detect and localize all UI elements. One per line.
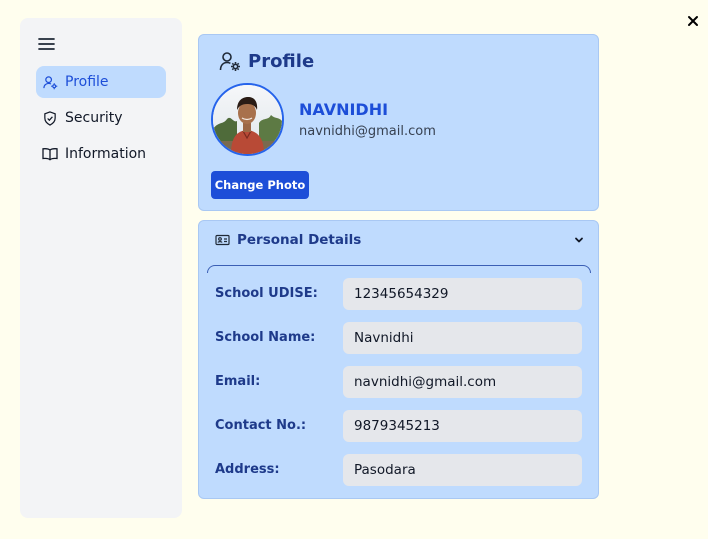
close-icon [688, 16, 698, 26]
user-name: NAVNIDHI [299, 100, 389, 119]
school-udise-field[interactable]: 12345654329 [343, 278, 582, 310]
field-row-address: Address: Pasodara [215, 454, 583, 486]
close-button[interactable] [684, 12, 702, 30]
sidebar-item-profile[interactable]: Profile [36, 66, 166, 98]
profile-modal: Profile Security Information Profile NAV… [0, 0, 708, 539]
sidebar-item-security[interactable]: Security [36, 102, 166, 134]
divider [207, 265, 591, 273]
user-gear-icon [219, 52, 240, 71]
field-label: Email: [215, 374, 261, 389]
change-photo-button[interactable]: Change Photo [211, 171, 309, 199]
hamburger-icon [37, 38, 55, 50]
field-label: School Name: [215, 330, 316, 345]
address-field[interactable]: Pasodara [343, 454, 582, 486]
sidebar-item-label: Profile [65, 74, 109, 90]
menu-button[interactable] [37, 35, 55, 53]
school-name-field[interactable]: Navnidhi [343, 322, 582, 354]
field-label: Contact No.: [215, 418, 307, 433]
field-row-udise: School UDISE: 12345654329 [215, 278, 583, 310]
field-label: School UDISE: [215, 286, 318, 301]
profile-heading: Profile [219, 50, 314, 72]
avatar [211, 83, 284, 156]
user-gear-icon [42, 74, 58, 90]
email-field[interactable]: navnidhi@gmail.com [343, 366, 582, 398]
sidebar: Profile Security Information [20, 18, 182, 518]
sidebar-item-label: Information [65, 146, 147, 162]
field-row-school-name: School Name: Navnidhi [215, 322, 583, 354]
field-row-email: Email: navnidhi@gmail.com [215, 366, 583, 398]
chevron-down-icon [575, 237, 583, 243]
contact-number-field[interactable]: 9879345213 [343, 410, 582, 442]
id-card-icon [215, 234, 230, 246]
sidebar-item-information[interactable]: Information [36, 138, 166, 170]
book-open-icon [42, 146, 58, 162]
sidebar-item-label: Security [65, 110, 123, 126]
avatar-photo [213, 85, 282, 154]
personal-details-toggle[interactable]: Personal Details [199, 221, 600, 259]
field-label: Address: [215, 462, 280, 477]
profile-title: Profile [248, 50, 315, 72]
personal-details-title: Personal Details [237, 232, 362, 248]
user-email: navnidhi@gmail.com [299, 124, 436, 139]
profile-card: Profile NAVNIDHI navnidhi@gmail.com Chan… [198, 34, 599, 211]
personal-details-card: Personal Details School UDISE: 123456543… [198, 220, 599, 499]
field-row-contact: Contact No.: 9879345213 [215, 410, 583, 442]
shield-check-icon [42, 110, 58, 126]
